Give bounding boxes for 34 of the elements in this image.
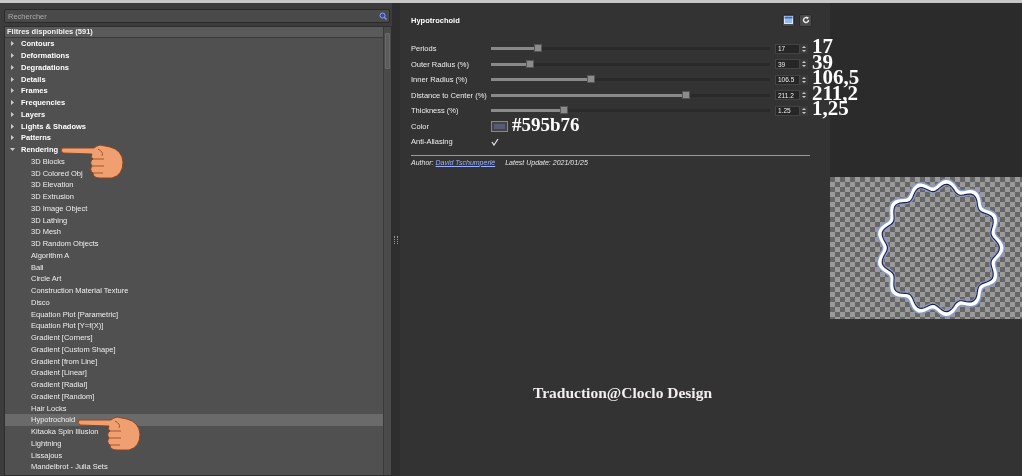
slider-track[interactable] (491, 109, 770, 113)
slider-thumb[interactable] (534, 44, 543, 53)
spin-arrows-icon[interactable] (800, 90, 808, 101)
window-icon (784, 16, 793, 24)
slider-track[interactable] (491, 93, 770, 97)
window-button[interactable] (782, 13, 795, 27)
credit-text: Traduction@Cloclo Design (533, 383, 714, 402)
slider-thumb[interactable] (526, 59, 535, 68)
collapse-arrow-icon[interactable] (10, 147, 15, 153)
spin-arrows-icon[interactable] (800, 74, 808, 85)
spin-arrows-icon[interactable] (800, 43, 808, 54)
spin-arrows-icon[interactable] (800, 105, 808, 116)
slider-thumb[interactable] (682, 90, 691, 99)
expand-arrow-icon[interactable] (10, 111, 15, 117)
slider-thumb[interactable] (559, 106, 568, 115)
expand-arrow-icon[interactable] (10, 88, 15, 94)
expand-arrow-icon[interactable] (10, 100, 15, 106)
search-icon (379, 12, 387, 20)
annotation-text: #595b76 (512, 114, 580, 135)
annotation-text: 17 (812, 36, 833, 56)
slider-thumb[interactable] (587, 75, 596, 84)
refresh-icon (801, 16, 810, 24)
expand-arrow-icon[interactable] (10, 76, 15, 82)
expand-arrow-icon[interactable] (10, 135, 15, 141)
checkbox[interactable] (491, 137, 499, 146)
color-swatch[interactable] (491, 120, 508, 132)
expand-arrow-icon[interactable] (10, 41, 15, 47)
spin-arrows-icon[interactable] (800, 59, 808, 70)
refresh-button[interactable] (799, 13, 812, 27)
slider-track[interactable] (491, 78, 770, 82)
expand-arrow-icon[interactable] (10, 123, 15, 129)
expand-arrow-icon[interactable] (10, 53, 15, 59)
scrollbar[interactable] (383, 27, 391, 475)
expand-arrow-icon[interactable] (10, 64, 15, 70)
